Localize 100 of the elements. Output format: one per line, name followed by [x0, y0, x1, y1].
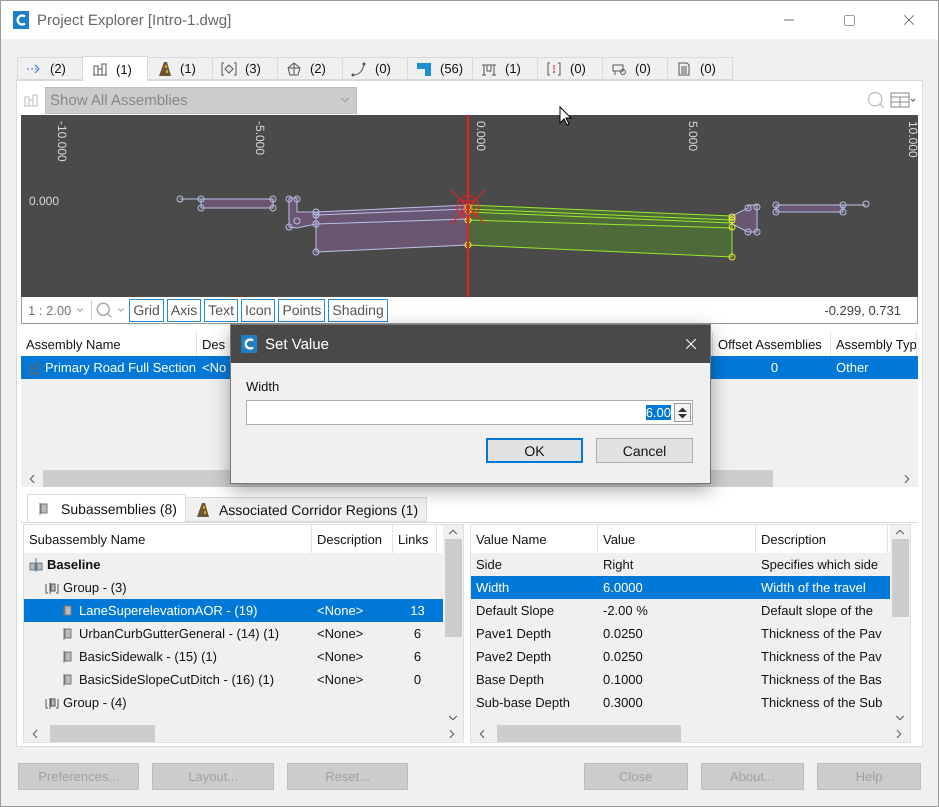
tab[interactable]: (0)	[602, 57, 668, 80]
table-cell: 6	[414, 649, 422, 664]
toggle-button[interactable]: Grid	[129, 298, 164, 322]
tab[interactable]: (1)	[472, 57, 538, 80]
table-cell: <None>	[317, 626, 364, 641]
toggle-button[interactable]: Axis	[166, 298, 202, 322]
tree-row[interactable]: Group - (4)	[24, 691, 443, 714]
tab[interactable]: (1)	[82, 56, 148, 81]
toggle-button[interactable]: Text	[204, 298, 238, 322]
spinner-button[interactable]	[674, 403, 691, 422]
maximize-icon[interactable]	[842, 14, 856, 26]
table-cell: Width of the travel	[761, 580, 866, 595]
tree-row[interactable]: BasicSideSlopeCutDitch - (16) (1) <None> 0	[24, 668, 443, 691]
value-row[interactable]: Base Depth 0.1000 Thickness of the Bas	[471, 668, 890, 691]
tab[interactable]: (0)	[667, 57, 733, 80]
app-logo-icon	[241, 335, 257, 353]
table-cell: Base Depth	[476, 672, 544, 687]
table-cell: 0	[770, 360, 778, 375]
tab-count: (2)	[310, 61, 326, 76]
tab[interactable]: (3)	[212, 57, 278, 80]
table-cell: Thickness of the Bas	[761, 672, 882, 687]
table-cell: Right	[603, 557, 634, 572]
table-cell: 13	[410, 603, 425, 618]
table-cell: Specifies which side	[761, 557, 878, 572]
tree-row[interactable]: UrbanCurbGutterGeneral - (14) (1) <None> 6	[24, 622, 443, 645]
scale-dropdown[interactable]: 1 : 2.00	[26, 300, 92, 320]
table-cell: 0.3000	[603, 695, 643, 710]
table-cell: 6.0000	[603, 580, 643, 595]
field-label: Width	[246, 379, 280, 394]
table-cell: Sub-base Depth	[476, 695, 570, 710]
tab[interactable]: (1)	[147, 57, 213, 80]
column-header[interactable]: Subassembly Name	[24, 525, 312, 553]
value-row[interactable]: Side Right Specifies which side	[471, 553, 890, 576]
axis-label: -10.000	[55, 121, 69, 162]
axis-label: 10.000	[906, 121, 918, 158]
tab[interactable]: (2)	[17, 57, 83, 80]
tab[interactable]: (56)	[407, 57, 473, 80]
tab[interactable]: (2)	[277, 57, 343, 80]
tree-row[interactable]: BasicSidewalk - (15) (1) <None> 6	[24, 645, 443, 668]
column-header[interactable]: Value	[598, 525, 756, 553]
toggle-button[interactable]: Points	[278, 298, 326, 322]
column-header[interactable]: Description	[312, 525, 393, 553]
table-cell: <None>	[317, 649, 364, 664]
column-header[interactable]: Description	[756, 525, 888, 553]
pentagon-icon	[286, 60, 302, 76]
tree-label: BasicSideSlopeCutDitch - (16) (1)	[79, 672, 274, 687]
tab-count: (2)	[50, 61, 66, 76]
tab-count: (1)	[180, 61, 196, 76]
value-field[interactable]: 6.00	[246, 400, 693, 425]
table-cell: 0.1000	[603, 672, 643, 687]
dialog-title: Set Value	[265, 336, 330, 352]
table-layout-icon	[890, 91, 916, 109]
column-header[interactable]: Value Name	[471, 525, 598, 553]
value-row[interactable]: Default Slope -2.00 % Default slope of the	[471, 599, 890, 622]
table-cell: Side	[476, 557, 502, 572]
tree-row[interactable]: LaneSuperelevationAOR - (19) <None> 13	[24, 599, 443, 622]
tab[interactable]: Subassemblies (8)	[27, 494, 186, 522]
value-row[interactable]: Pave1 Depth 0.0250 Thickness of the Pav	[471, 622, 890, 645]
table-cell: Default slope of the	[761, 603, 874, 618]
table-cell: 0	[414, 672, 422, 687]
table-cell: Other	[836, 360, 869, 375]
road-icon	[156, 60, 172, 76]
table-cell: 0.0250	[603, 626, 643, 641]
dialog-button[interactable]: OK	[486, 438, 583, 463]
tree-row[interactable]: Group - (3)	[24, 576, 443, 599]
table-cell: Thickness of the Pav	[761, 649, 882, 664]
mouse-cursor-icon	[559, 106, 573, 126]
table-cell: Primary Road Full Section	[45, 360, 196, 375]
tree-label: LaneSuperelevationAOR - (19)	[79, 603, 258, 618]
axis-label: 0.000	[29, 194, 60, 208]
tab[interactable]: (0)	[537, 57, 603, 80]
bracket-icon	[546, 60, 562, 76]
table-cell: Pave1 Depth	[476, 626, 552, 641]
table-cell: <None>	[317, 672, 364, 687]
table-cell: Default Slope	[476, 603, 554, 618]
tab-count: (1)	[116, 62, 132, 76]
table-cell: <None>	[317, 603, 364, 618]
tree-label: BasicSidewalk - (15) (1)	[79, 649, 217, 664]
down-triangle-icon[interactable]	[678, 412, 687, 418]
table-cell: -2.00 %	[603, 603, 648, 618]
tab[interactable]: (0)	[342, 57, 408, 80]
tab-count: (0)	[375, 61, 391, 76]
curve-icon	[351, 60, 367, 76]
tab[interactable]: Associated Corridor Regions (1)	[184, 497, 428, 522]
tree-row[interactable]: Baseline	[24, 553, 443, 576]
toggle-button[interactable]: Shading	[328, 298, 388, 322]
toggle-button[interactable]: Icon	[240, 298, 276, 322]
table-cell: <No	[202, 360, 226, 375]
dialog-button[interactable]: Cancel	[596, 438, 693, 463]
origin-marker-icon	[450, 190, 486, 224]
table-cell: Pave2 Depth	[476, 649, 552, 664]
value-row[interactable]: Width 6.0000 Width of the travel	[471, 576, 890, 599]
app-logo-icon	[13, 11, 29, 29]
tab-count: (3)	[245, 61, 261, 76]
corner-shape-icon	[416, 60, 432, 76]
tab-count: (0)	[635, 61, 651, 76]
up-triangle-icon[interactable]	[678, 406, 687, 412]
column-header[interactable]: Links	[393, 525, 437, 553]
value-row[interactable]: Pave2 Depth 0.0250 Thickness of the Pav	[471, 645, 890, 668]
value-row[interactable]: Sub-base Depth 0.3000 Thickness of the Sub	[471, 691, 890, 714]
